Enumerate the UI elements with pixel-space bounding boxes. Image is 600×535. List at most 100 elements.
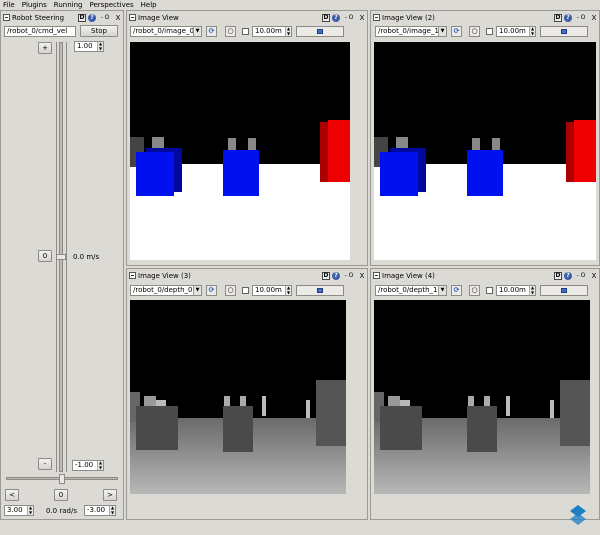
close-icon[interactable]: X <box>358 14 366 22</box>
smooth-checkbox[interactable] <box>486 287 493 294</box>
chevron-down-icon[interactable]: ▼ <box>193 286 201 295</box>
angular-slider-handle[interactable] <box>59 474 65 484</box>
smooth-checkbox[interactable] <box>242 28 249 35</box>
zoom-icon[interactable]: ○ <box>469 26 480 37</box>
help-icon[interactable]: ? <box>332 13 340 22</box>
spin-arrows-icon[interactable]: ▲ ▼ <box>97 460 103 470</box>
linear-max-value: 1.00 <box>77 42 93 50</box>
spin-arrows-icon[interactable]: ▲ ▼ <box>27 505 33 515</box>
angular-min-spinbox[interactable]: -3.00 ▲ ▼ <box>84 505 116 516</box>
linear-plus-button[interactable]: + <box>38 42 52 54</box>
help-icon[interactable]: ? <box>564 271 572 280</box>
angular-zero-button[interactable]: 0 <box>54 489 68 501</box>
chevron-down-icon[interactable]: ▼ <box>193 27 201 36</box>
image-view-2-canvas[interactable] <box>374 42 596 260</box>
image-view-3-distance-spinbox[interactable]: 10.00m ▲ ▼ <box>252 285 292 296</box>
menu-plugins[interactable]: Plugins <box>22 0 47 10</box>
save-image-button[interactable] <box>540 285 588 296</box>
chevron-down-icon[interactable]: ▼ <box>438 286 446 295</box>
image-view-1-canvas[interactable] <box>130 42 350 260</box>
dock-icon[interactable]: D <box>322 13 330 22</box>
close-icon[interactable]: X <box>590 272 598 280</box>
image-view-4-topic-select[interactable]: /robot_0/depth_1 ▼ <box>375 285 447 296</box>
close-icon[interactable]: X <box>114 14 122 22</box>
minimize-icon[interactable]: - O <box>342 272 356 280</box>
smooth-checkbox[interactable] <box>486 28 493 35</box>
minimize-icon[interactable]: - O <box>574 272 588 280</box>
angular-right-button[interactable]: > <box>103 489 117 501</box>
image-view-4-titlebar[interactable]: Image View (4) D ? - O X <box>370 270 600 281</box>
angular-max-spinbox[interactable]: 3.00 ▲ ▼ <box>4 505 34 516</box>
plugin-icon <box>129 272 136 279</box>
depth-object <box>306 400 310 418</box>
save-image-button[interactable] <box>540 26 588 37</box>
image-view-1-titlebar[interactable]: Image View D ? - O X <box>126 12 368 23</box>
linear-max-spinbox[interactable]: 1.00 ▲ ▼ <box>74 41 104 52</box>
linear-min-spinbox[interactable]: -1.00 ▲ ▼ <box>72 460 104 471</box>
linear-slider-handle[interactable] <box>56 254 66 260</box>
minimize-icon[interactable]: - O <box>342 14 356 22</box>
image-view-4-distance-spinbox[interactable]: 10.00m ▲ ▼ <box>496 285 536 296</box>
menu-file[interactable]: File <box>3 0 15 10</box>
zoom-icon[interactable]: ○ <box>225 285 236 296</box>
close-icon[interactable]: X <box>590 14 598 22</box>
refresh-icon[interactable]: ⟳ <box>451 26 462 37</box>
depth-object <box>136 406 178 450</box>
menu-running[interactable]: Running <box>54 0 83 10</box>
image-view-2-titlebar[interactable]: Image View (2) D ? - O X <box>370 12 600 23</box>
image-view-4-canvas[interactable] <box>374 300 590 494</box>
refresh-icon[interactable]: ⟳ <box>206 285 217 296</box>
close-icon[interactable]: X <box>358 272 366 280</box>
robot-steering-titlebar[interactable]: Robot Steering D ? - O X <box>0 12 124 23</box>
linear-minus-button[interactable]: - <box>38 458 52 470</box>
chevron-down-icon[interactable]: ▼ <box>438 27 446 36</box>
image-view-2-title: Image View (2) <box>382 13 435 22</box>
dock-icon[interactable]: D <box>78 13 86 22</box>
zoom-icon[interactable]: ○ <box>225 26 236 37</box>
spin-arrows-icon[interactable]: ▲ ▼ <box>529 285 535 295</box>
spin-arrows-icon[interactable]: ▲ ▼ <box>285 285 291 295</box>
image-view-3-canvas[interactable] <box>130 300 346 494</box>
dock-icon[interactable]: D <box>554 271 562 280</box>
menu-help[interactable]: Help <box>141 0 157 10</box>
help-icon[interactable]: ? <box>88 13 96 22</box>
angular-max-value: 3.00 <box>7 506 23 514</box>
image-view-1-topic: /robot_0/image_0 <box>133 27 194 35</box>
save-image-button[interactable] <box>296 285 344 296</box>
save-icon <box>561 29 567 34</box>
minimize-icon[interactable]: - O <box>574 14 588 22</box>
menu-perspectives[interactable]: Perspectives <box>89 0 133 10</box>
stop-button[interactable]: Stop <box>80 25 118 37</box>
angular-left-button[interactable]: < <box>5 489 19 501</box>
blue-box <box>467 150 503 196</box>
cmd-vel-topic-input[interactable]: /robot_0/cmd_vel <box>4 26 76 37</box>
help-icon[interactable]: ? <box>564 13 572 22</box>
plugin-icon <box>373 272 380 279</box>
plugin-icon <box>3 14 10 21</box>
depth-object <box>316 380 346 446</box>
image-view-1-distance-spinbox[interactable]: 10.00m ▲ ▼ <box>252 26 292 37</box>
image-view-2-distance-spinbox[interactable]: 10.00m ▲ ▼ <box>496 26 536 37</box>
refresh-icon[interactable]: ⟳ <box>451 285 462 296</box>
dock-icon[interactable]: D <box>322 271 330 280</box>
zoom-icon[interactable]: ○ <box>469 285 480 296</box>
image-view-3-topic-select[interactable]: /robot_0/depth_0 ▼ <box>130 285 202 296</box>
image-view-1-topic-select[interactable]: /robot_0/image_0 ▼ <box>130 26 202 37</box>
linear-zero-button[interactable]: 0 <box>38 250 52 262</box>
blue-box <box>223 150 259 196</box>
blue-box <box>380 152 418 196</box>
refresh-icon[interactable]: ⟳ <box>206 26 217 37</box>
spin-arrows-icon[interactable]: ▲ ▼ <box>97 41 103 51</box>
smooth-checkbox[interactable] <box>242 287 249 294</box>
linear-min-value: -1.00 <box>75 461 94 469</box>
spin-arrows-icon[interactable]: ▲ ▼ <box>285 26 291 36</box>
image-view-3-titlebar[interactable]: Image View (3) D ? - O X <box>126 270 368 281</box>
minimize-icon[interactable]: - O <box>98 14 112 22</box>
spin-arrows-icon[interactable]: ▲ ▼ <box>109 505 115 515</box>
dock-icon[interactable]: D <box>554 13 562 22</box>
spin-arrows-icon[interactable]: ▲ ▼ <box>529 26 535 36</box>
image-view-2-topic-select[interactable]: /robot_0/image_1 ▼ <box>375 26 447 37</box>
save-image-button[interactable] <box>296 26 344 37</box>
help-icon[interactable]: ? <box>332 271 340 280</box>
brand-logo-icon <box>570 505 586 525</box>
